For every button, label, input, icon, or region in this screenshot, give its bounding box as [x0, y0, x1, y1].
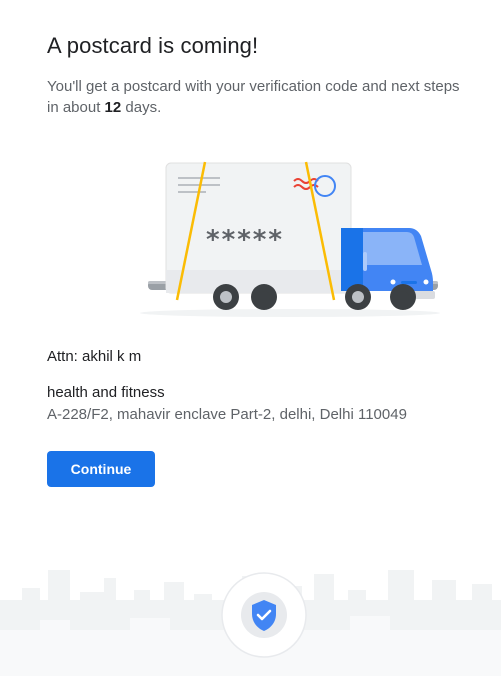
truck-headlight-1 [390, 279, 396, 285]
truck-cab-side [341, 228, 363, 291]
truck-grille [401, 281, 417, 284]
truck-door-handle [363, 252, 367, 271]
continue-button[interactable]: Continue [47, 451, 155, 487]
postcard-line-3 [178, 191, 206, 193]
page-subtitle: You'll get a postcard with your verifica… [47, 76, 467, 118]
wheel-front-cab [345, 284, 371, 310]
wheel-front-left [213, 284, 239, 310]
wheel-rear [251, 284, 277, 310]
shield-check-badge [221, 572, 307, 658]
truck-headlight-2 [423, 279, 429, 285]
postcard-truck-illustration: ***** [140, 161, 440, 317]
truck-shadow [140, 309, 440, 317]
page-title: A postcard is coming! [47, 33, 259, 58]
attention-line: Attn: akhil k m [47, 348, 142, 365]
postcard-line-1 [178, 177, 220, 179]
business-name: health and fitness [47, 384, 165, 401]
subtitle-days: 12 [104, 99, 122, 116]
postcard-confirmation-page: A postcard is coming! You'll get a postc… [0, 0, 501, 676]
wheel-cab-rear [390, 284, 416, 310]
truck-cab-window [363, 232, 422, 265]
subtitle-text-after: days. [121, 99, 162, 116]
masked-code: ***** [206, 225, 284, 255]
business-address: A-228/F2, mahavir enclave Part-2, delhi,… [47, 406, 407, 423]
